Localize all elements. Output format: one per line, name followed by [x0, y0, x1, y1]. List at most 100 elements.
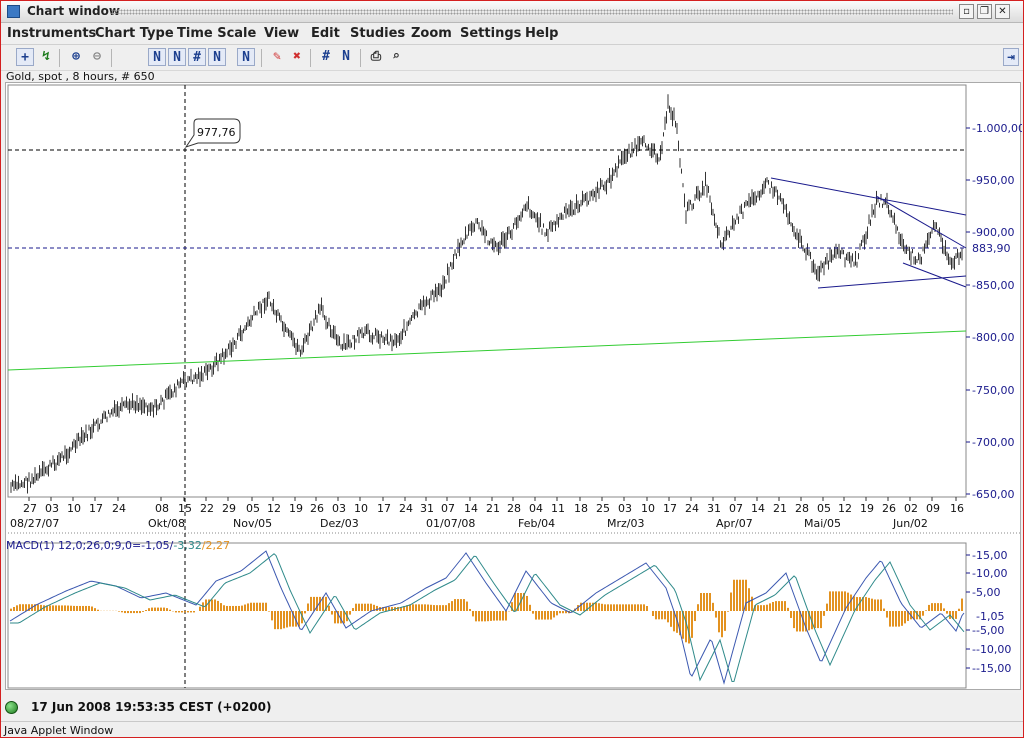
hist-legend-value: 2,27 [206, 539, 231, 552]
month-label: Mai/05 [804, 517, 841, 530]
time-tick-label: 29 [222, 502, 236, 515]
eraser-icon[interactable]: ✎ [268, 48, 286, 66]
time-tick-label: 09 [926, 502, 940, 515]
macd-tick-label: -5,00 [972, 586, 1000, 599]
time-tick-label: 02 [904, 502, 918, 515]
time-tick-label: 17 [377, 502, 391, 515]
print-icon[interactable]: ⎙ [367, 48, 385, 66]
time-tick-label: 24 [112, 502, 126, 515]
menu-studies[interactable]: Studies [350, 26, 405, 41]
time-tick-label: 16 [950, 502, 964, 515]
time-tick-label: 26 [882, 502, 896, 515]
chart-area[interactable]: 977,76 -1.000,00 -950,00 -900,00 -850,00 -80… [5, 82, 1022, 691]
macd-tick-label: --10,00 [972, 643, 1011, 656]
status-timestamp: 17 Jun 2008 19:53:35 CEST (+0200) [31, 700, 272, 714]
bar-style-5-icon[interactable]: N [237, 48, 255, 66]
zoom-out-icon[interactable]: ⊖ [88, 48, 106, 66]
chart-select-icon[interactable]: ↯ [37, 48, 55, 66]
macd-tick-label: -10,00 [972, 567, 1007, 580]
time-tick-label: 18 [574, 502, 588, 515]
menu-instruments[interactable]: Instruments [7, 26, 96, 41]
time-tick-label: 08 [155, 502, 169, 515]
month-label: Jun/02 [892, 517, 928, 530]
macd-tick-label: --5,00 [972, 624, 1004, 637]
price-tick-label: -800,00 [972, 331, 1014, 344]
delete-icon[interactable]: ✖ [288, 48, 306, 66]
month-label: 08/27/07 [10, 517, 59, 530]
month-label: 01/07/08 [426, 517, 475, 530]
time-tick-label: 28 [507, 502, 521, 515]
title-bar: Chart window ▫ ❐ ✕ [1, 1, 1023, 23]
title-bar-grip [111, 9, 953, 15]
time-tick-label: 05 [246, 502, 260, 515]
time-tick-label: 19 [289, 502, 303, 515]
time-tick-label: 27 [23, 502, 37, 515]
crosshair-icon[interactable]: + [16, 48, 34, 66]
time-axis: 27 03 10 17 24 08 15 22 29 05 12 19 26 03 10 17 24 31 07 14… [10, 497, 964, 530]
menu-view[interactable]: View [264, 26, 299, 41]
maximize-button[interactable]: ❐ [977, 4, 992, 19]
connection-status-icon [5, 701, 18, 714]
grid-icon[interactable]: # [317, 48, 335, 66]
time-tick-label: 31 [420, 502, 434, 515]
time-tick-label: 10 [354, 502, 368, 515]
month-label: Mrz/03 [607, 517, 645, 530]
time-tick-label: 07 [729, 502, 743, 515]
time-tick-label: 31 [707, 502, 721, 515]
toolbar-separator [111, 49, 112, 67]
chart-canvas[interactable]: 977,76 -1.000,00 -950,00 -900,00 -850,00 -80… [6, 83, 1022, 691]
time-tick-label: 26 [310, 502, 324, 515]
macd-tick-label: -15,00 [972, 549, 1007, 562]
time-tick-label: 22 [200, 502, 214, 515]
time-tick-label: 04 [529, 502, 543, 515]
pin-icon[interactable]: ⇥ [1003, 48, 1019, 66]
time-tick-label: 12 [267, 502, 281, 515]
toolbar-separator [261, 49, 262, 67]
cursor-value-label: 977,76 [197, 126, 236, 139]
month-label: Dez/03 [320, 517, 359, 530]
zoom-in-icon[interactable]: ⊕ [67, 48, 85, 66]
time-tick-label: 12 [838, 502, 852, 515]
macd-legend-value: -1,05 [141, 539, 169, 552]
window-title: Chart window [27, 4, 120, 18]
print-preview-icon[interactable]: ⌕ [387, 48, 405, 66]
month-label: Okt/08 [148, 517, 185, 530]
price-panel [7, 84, 967, 498]
time-tick-label: 17 [663, 502, 677, 515]
bar-style-3-icon[interactable]: # [188, 48, 206, 66]
time-tick-label: 19 [860, 502, 874, 515]
menu-settings[interactable]: Settings [460, 26, 521, 41]
price-axis: -1.000,00 -950,00 -900,00 -850,00 -800,00 -75… [966, 122, 1022, 501]
toolbar-separator [59, 49, 60, 67]
time-tick-label: 03 [332, 502, 346, 515]
time-tick-label: 24 [685, 502, 699, 515]
price-tick-label: -1.000,00 [972, 122, 1022, 135]
menu-zoom[interactable]: Zoom [411, 26, 452, 41]
menu-edit[interactable]: Edit [311, 26, 340, 41]
bar-style-4-icon[interactable]: N [208, 48, 226, 66]
menu-help[interactable]: Help [525, 26, 558, 41]
time-tick-label: 28 [795, 502, 809, 515]
time-tick-label: 17 [89, 502, 103, 515]
bar-chart-icon[interactable]: N [337, 48, 355, 66]
app-icon [7, 5, 20, 18]
bar-style-1-icon[interactable]: N [148, 48, 166, 66]
time-tick-label: 03 [45, 502, 59, 515]
macd-legend: MACD(1) 12,0;26,0;9,0=-1,05/-3,32/2,27 [6, 539, 230, 552]
bar-style-2-icon[interactable]: N [168, 48, 186, 66]
price-tick-label: -700,00 [972, 436, 1014, 449]
price-tick-label: -950,00 [972, 174, 1014, 187]
toolbar-separator [310, 49, 311, 67]
status-bar: 17 Jun 2008 19:53:35 CEST (+0200) [1, 693, 1023, 721]
minimize-button[interactable]: ▫ [959, 4, 974, 19]
time-tick-label: 05 [817, 502, 831, 515]
menu-time-scale[interactable]: Time Scale [177, 26, 256, 41]
toolbar: + ↯ ⊕ ⊖ N N # N N ✎ ✖ # N ⎙ ⌕ ⇥ [1, 45, 1023, 71]
close-button[interactable]: ✕ [995, 4, 1010, 19]
signal-legend-value: -3,32 [173, 539, 201, 552]
price-tick-label: -900,00 [972, 226, 1014, 239]
menu-chart-type[interactable]: Chart Type [95, 26, 174, 41]
month-label: Apr/07 [716, 517, 753, 530]
macd-last-label: -1,05 [976, 610, 1004, 623]
menu-bar: Instruments Chart Type Time Scale View E… [1, 23, 1023, 45]
